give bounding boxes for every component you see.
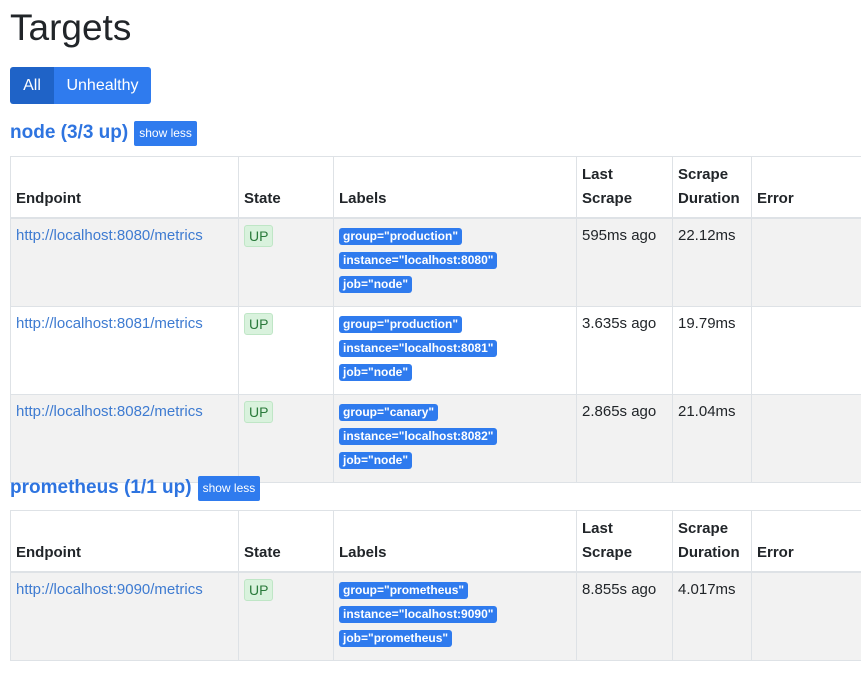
pool-header: prometheus (1/1 up) show less <box>10 474 861 502</box>
endpoint-link[interactable]: http://localhost:8081/metrics <box>16 315 203 332</box>
label-badge: job="node" <box>339 276 413 293</box>
label-badge: instance="localhost:9090" <box>339 606 498 623</box>
label-badge: group="prometheus" <box>339 582 469 599</box>
labels-list: group="production" instance="localhost:8… <box>339 225 571 300</box>
scrape-duration-cell: 4.017ms <box>672 571 752 661</box>
label-badge: job="node" <box>339 364 413 381</box>
header-scrape-duration-line2: Duration <box>678 190 740 207</box>
state-badge: UP <box>244 579 274 601</box>
state-badge: UP <box>244 225 274 247</box>
label-badge: job="node" <box>339 452 413 469</box>
labels-list: group="prometheus" instance="localhost:9… <box>339 579 571 654</box>
pool-title-link[interactable]: prometheus (1/1 up) <box>10 477 192 499</box>
show-less-button[interactable]: show less <box>134 120 197 146</box>
header-labels: Labels <box>333 510 577 573</box>
error-cell <box>751 217 861 307</box>
header-scrape-duration-line1: Scrape <box>678 166 729 183</box>
table-row: http://localhost:8080/metrics UP group="… <box>10 217 861 307</box>
labels-list: group="production" instance="localhost:8… <box>339 313 571 388</box>
labels-list: group="canary" instance="localhost:8082"… <box>339 401 571 476</box>
error-cell <box>751 394 861 483</box>
table-header-row: Endpoint State Labels Last Scrape Scrape… <box>10 156 861 219</box>
filter-unhealthy-button[interactable]: Unhealthy <box>54 67 151 104</box>
label-badge: group="production" <box>339 316 463 333</box>
targets-table-prometheus: Endpoint State Labels Last Scrape Scrape… <box>10 510 861 661</box>
header-endpoint: Endpoint <box>10 510 239 573</box>
header-scrape-duration-line1: Scrape <box>678 520 729 537</box>
header-error: Error <box>751 156 861 219</box>
label-badge: job="prometheus" <box>339 630 453 647</box>
header-labels: Labels <box>333 156 577 219</box>
header-endpoint: Endpoint <box>10 156 239 219</box>
table-header-row: Endpoint State Labels Last Scrape Scrape… <box>10 510 861 573</box>
pool-node: node (3/3 up) show less <box>10 119 861 147</box>
label-badge: instance="localhost:8082" <box>339 428 498 445</box>
label-badge: instance="localhost:8081" <box>339 340 498 357</box>
scrape-duration-cell: 19.79ms <box>672 306 752 395</box>
last-scrape-cell: 2.865s ago <box>576 394 673 483</box>
header-last-scrape: Last Scrape <box>576 156 673 219</box>
scrape-duration-cell: 21.04ms <box>672 394 752 483</box>
label-badge: group="production" <box>339 228 463 245</box>
endpoint-link[interactable]: http://localhost:8082/metrics <box>16 403 203 420</box>
header-error: Error <box>751 510 861 573</box>
last-scrape-cell: 3.635s ago <box>576 306 673 395</box>
header-state: State <box>238 156 334 219</box>
label-badge: group="canary" <box>339 404 439 421</box>
error-cell <box>751 306 861 395</box>
pool-prometheus: prometheus (1/1 up) show less <box>10 474 861 502</box>
state-badge: UP <box>244 313 274 335</box>
filter-button-group: All Unhealthy <box>10 67 151 104</box>
scrape-duration-cell: 22.12ms <box>672 217 752 307</box>
endpoint-link[interactable]: http://localhost:9090/metrics <box>16 581 203 598</box>
header-last-scrape: Last Scrape <box>576 510 673 573</box>
state-badge: UP <box>244 401 274 423</box>
last-scrape-cell: 595ms ago <box>576 217 673 307</box>
table-row: http://localhost:8082/metrics UP group="… <box>10 394 861 483</box>
last-scrape-cell: 8.855s ago <box>576 571 673 661</box>
pool-title-link[interactable]: node (3/3 up) <box>10 122 128 144</box>
endpoint-link[interactable]: http://localhost:8080/metrics <box>16 227 203 244</box>
filter-all-button[interactable]: All <box>10 67 54 104</box>
show-less-button[interactable]: show less <box>197 475 261 501</box>
header-scrape-duration: Scrape Duration <box>672 156 752 219</box>
table-row: http://localhost:8081/metrics UP group="… <box>10 306 861 395</box>
pool-header: node (3/3 up) show less <box>10 119 861 147</box>
label-badge: instance="localhost:8080" <box>339 252 498 269</box>
error-cell <box>751 571 861 661</box>
table-row: http://localhost:9090/metrics UP group="… <box>10 571 861 661</box>
header-state: State <box>238 510 334 573</box>
page-title: Targets <box>10 7 132 48</box>
header-scrape-duration: Scrape Duration <box>672 510 752 573</box>
targets-table-node: Endpoint State Labels Last Scrape Scrape… <box>10 156 861 483</box>
header-scrape-duration-line2: Duration <box>678 544 740 561</box>
